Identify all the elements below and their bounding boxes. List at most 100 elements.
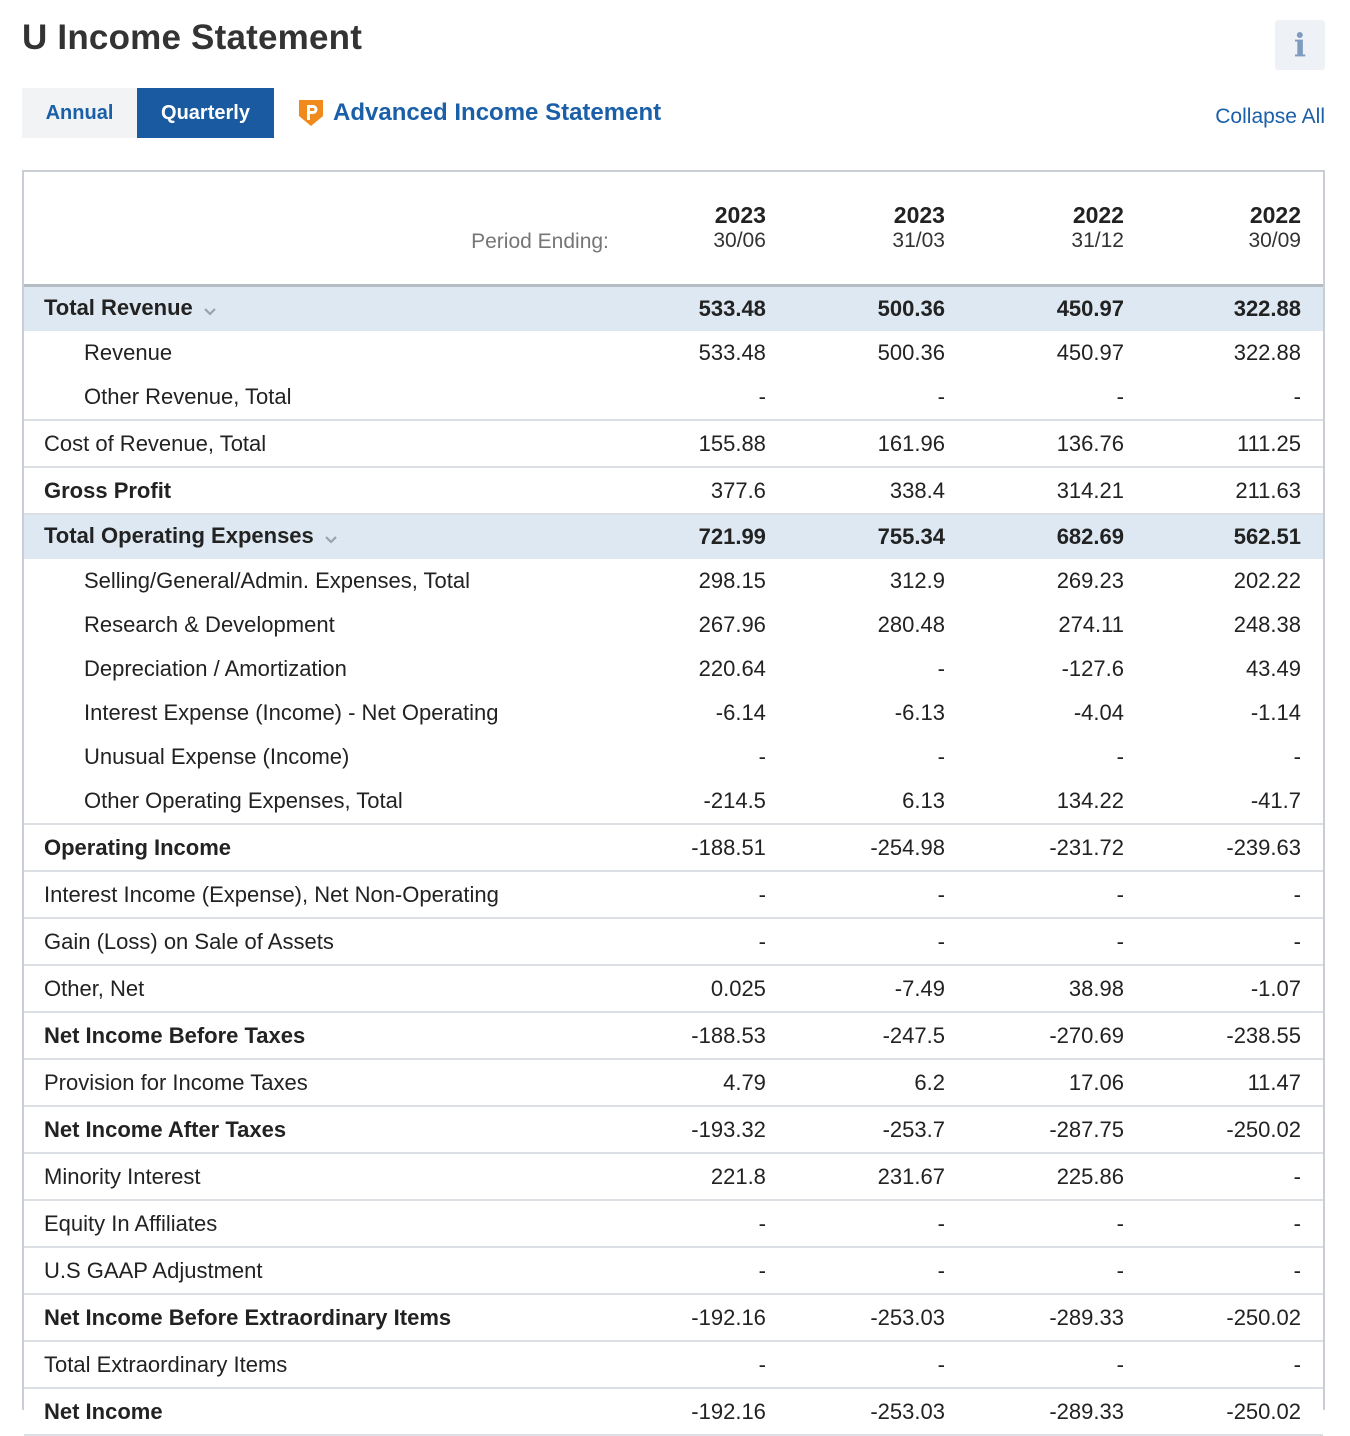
table-row: Total Extraordinary Items - - - - [24,1341,1323,1389]
table-row-group[interactable]: Total Revenue 533.48 500.36 450.97 322.8… [24,285,1323,331]
table-row: Cost of Revenue, Total 155.88 161.96 136… [24,420,1323,468]
row-value: -193.32 [608,1106,788,1154]
row-value: 314.21 [966,467,1146,515]
row-label: Interest Income (Expense), Net Non-Opera… [24,871,609,919]
row-value: - [1145,1247,1323,1295]
row-value: - [1145,871,1323,919]
row-value: -6.13 [894,700,945,725]
row-value: - [1116,744,1124,769]
collapse-all-link[interactable]: Collapse All [1215,105,1325,129]
row-value: 231.67 [787,1153,967,1201]
advanced-income-statement-link[interactable]: Advanced Income Statement [297,96,661,130]
row-label: Total Extraordinary Items [24,1341,609,1389]
row-value: 43.49 [1245,656,1301,681]
row-value: - [787,918,967,966]
column-year: 2022 [1072,202,1124,228]
row-value: -188.53 [608,1012,788,1060]
table-row: Unusual Expense (Income) - - - - [24,735,1323,779]
row-value: - [608,918,788,966]
row-label: Net Income Before Extraordinary Items [24,1294,609,1342]
row-value: 533.48 [698,340,766,365]
row-label: Provision for Income Taxes [24,1059,609,1107]
row-value: 248.38 [1233,612,1301,637]
table-row: Research & Development 267.96 280.48 274… [24,603,1323,647]
column-year: 2023 [893,202,945,228]
table-row: Other Operating Expenses, Total -214.5 6… [24,779,1323,825]
row-label: Other Revenue, Total [24,375,609,421]
row-value: -192.16 [608,1294,788,1342]
row-value: -127.6 [1061,656,1124,681]
row-value: - [608,1247,788,1295]
row-label-text: Total Operating Expenses [44,523,314,549]
row-value: 533.48 [608,285,788,331]
row-value: 312.9 [889,568,945,593]
column-header: 2023 31/03 [787,172,967,287]
row-label: Minority Interest [24,1153,609,1201]
row-label: Gain (Loss) on Sale of Assets [24,918,609,966]
row-value: 6.2 [787,1059,967,1107]
chevron-down-icon[interactable] [203,297,217,323]
income-statement-table: Period Ending: 2023 30/06 2023 31/03 202… [22,170,1325,1436]
row-value: 136.76 [966,420,1146,468]
table-row: Equity In Affiliates - - - - [24,1200,1323,1248]
row-value: - [966,375,1146,421]
row-value: - [1145,1200,1323,1248]
row-value: 211.63 [1145,467,1323,515]
row-value: - [1145,375,1323,421]
row-value: - [1145,1153,1323,1201]
row-value: -1.07 [1145,965,1323,1013]
table-row: Net Income -192.16 -253.03 -289.33 -250.… [24,1388,1323,1436]
tab-annual[interactable]: Annual [22,88,137,138]
info-icon[interactable]: i [1275,20,1325,70]
row-value: - [608,1341,788,1389]
row-label: Interest Expense (Income) - Net Operatin… [84,700,499,725]
column-date: 30/06 [713,229,766,252]
row-value: 4.79 [608,1059,788,1107]
row-value: - [1293,744,1301,769]
row-label: Depreciation / Amortization [84,656,347,681]
row-label: Net Income Before Taxes [24,1012,609,1060]
column-header: 2023 30/06 [608,172,788,287]
tab-quarterly[interactable]: Quarterly [137,88,274,138]
table-row: Provision for Income Taxes 4.79 6.2 17.0… [24,1059,1323,1107]
row-value: - [787,1341,967,1389]
row-label-text: Total Revenue [44,295,193,321]
row-value: -250.02 [1145,1106,1323,1154]
row-value: 17.06 [966,1059,1146,1107]
table-row: Depreciation / Amortization 220.64 - -12… [24,647,1323,691]
table-row: Selling/General/Admin. Expenses, Total 2… [24,559,1323,603]
row-value: - [787,375,967,421]
row-label: Total Revenue [24,285,609,331]
row-value: 220.64 [698,656,766,681]
row-value: - [758,744,766,769]
row-value: -231.72 [966,824,1146,872]
row-value: -7.49 [787,965,967,1013]
row-value: 562.51 [1145,514,1323,559]
column-year: 2023 [714,202,766,228]
table-row: Operating Income -188.51 -254.98 -231.72… [24,824,1323,872]
table-row-group[interactable]: Total Operating Expenses 721.99 755.34 6… [24,514,1323,559]
row-value: 755.34 [787,514,967,559]
row-label: Other, Net [24,965,609,1013]
column-date: 31/03 [892,229,945,252]
row-value: - [937,744,945,769]
row-value: -287.75 [966,1106,1146,1154]
row-value: - [608,1200,788,1248]
row-label: Research & Development [84,612,335,637]
row-value: - [937,656,945,681]
row-label: Net Income After Taxes [24,1106,609,1154]
row-value: 377.6 [608,467,788,515]
chevron-down-icon[interactable] [324,525,338,551]
column-date: 31/12 [1071,229,1124,252]
row-value: 450.97 [966,285,1146,331]
table-row: Other, Net 0.025 -7.49 38.98 -1.07 [24,965,1323,1013]
row-value: 225.86 [966,1153,1146,1201]
row-value: 155.88 [608,420,788,468]
row-value: 338.4 [787,467,967,515]
row-value: - [608,375,788,421]
row-value: -253.7 [787,1106,967,1154]
premium-icon [297,98,325,128]
row-value: -238.55 [1145,1012,1323,1060]
row-value: -247.5 [787,1012,967,1060]
row-label: Gross Profit [24,467,609,515]
